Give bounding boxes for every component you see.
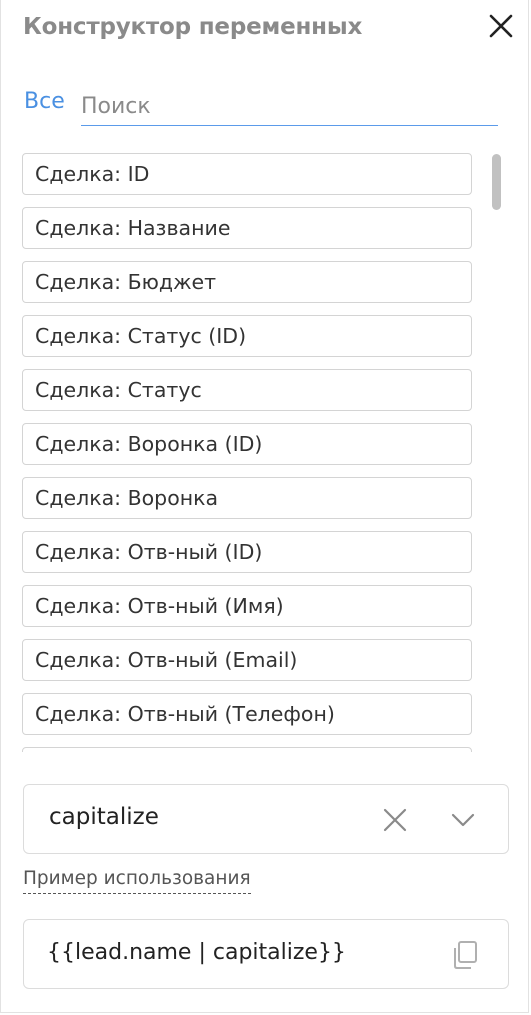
chevron-down-icon xyxy=(451,813,475,827)
variable-item[interactable]: Сделка: Воронка xyxy=(22,477,472,519)
variable-list-scrollbar[interactable] xyxy=(490,152,504,752)
variable-item[interactable]: Сделка: Отв-ный (Телефон) xyxy=(22,693,472,735)
variable-item[interactable]: Сделка: Статус xyxy=(22,369,472,411)
usage-example-box: {{lead.name | capitalize}} xyxy=(23,919,509,989)
close-button[interactable] xyxy=(487,12,515,40)
usage-example-code: {{lead.name | capitalize}} xyxy=(47,940,346,965)
copy-button[interactable] xyxy=(450,939,480,971)
usage-example-link[interactable]: Пример использования xyxy=(23,868,251,894)
variable-builder-panel: Конструктор переменных Все Сделка: IDСде… xyxy=(0,0,529,1013)
variable-item[interactable]: Сделка: Статус (ID) xyxy=(22,315,472,357)
variable-item[interactable]: Сделка: Бюджет xyxy=(22,261,472,303)
search-input[interactable] xyxy=(81,88,498,126)
modifier-select-value: capitalize xyxy=(49,804,159,830)
tab-all[interactable]: Все xyxy=(24,89,65,114)
variable-item[interactable] xyxy=(22,747,472,752)
clear-selection-button[interactable] xyxy=(381,806,409,834)
variable-item[interactable]: Сделка: Воронка (ID) xyxy=(22,423,472,465)
variable-item[interactable]: Сделка: Отв-ный (ID) xyxy=(22,531,472,573)
modifier-dropdown-toggle[interactable] xyxy=(449,806,477,834)
modifier-select[interactable]: capitalize xyxy=(23,784,509,854)
clear-icon xyxy=(383,808,407,832)
variable-item[interactable]: Сделка: Название xyxy=(22,207,472,249)
scrollbar-thumb[interactable] xyxy=(492,154,501,210)
panel-title: Конструктор переменных xyxy=(23,14,363,40)
variable-list[interactable]: Сделка: ID Сделка: Название Сделка: Бюджет… xyxy=(22,152,474,752)
variable-item[interactable]: Сделка: ID xyxy=(22,153,472,195)
variable-item[interactable]: Сделка: Отв-ный (Имя) xyxy=(22,585,472,627)
copy-icon xyxy=(454,941,477,969)
variable-item[interactable]: Сделка: Отв-ный (Email) xyxy=(22,639,472,681)
close-icon xyxy=(489,14,513,38)
